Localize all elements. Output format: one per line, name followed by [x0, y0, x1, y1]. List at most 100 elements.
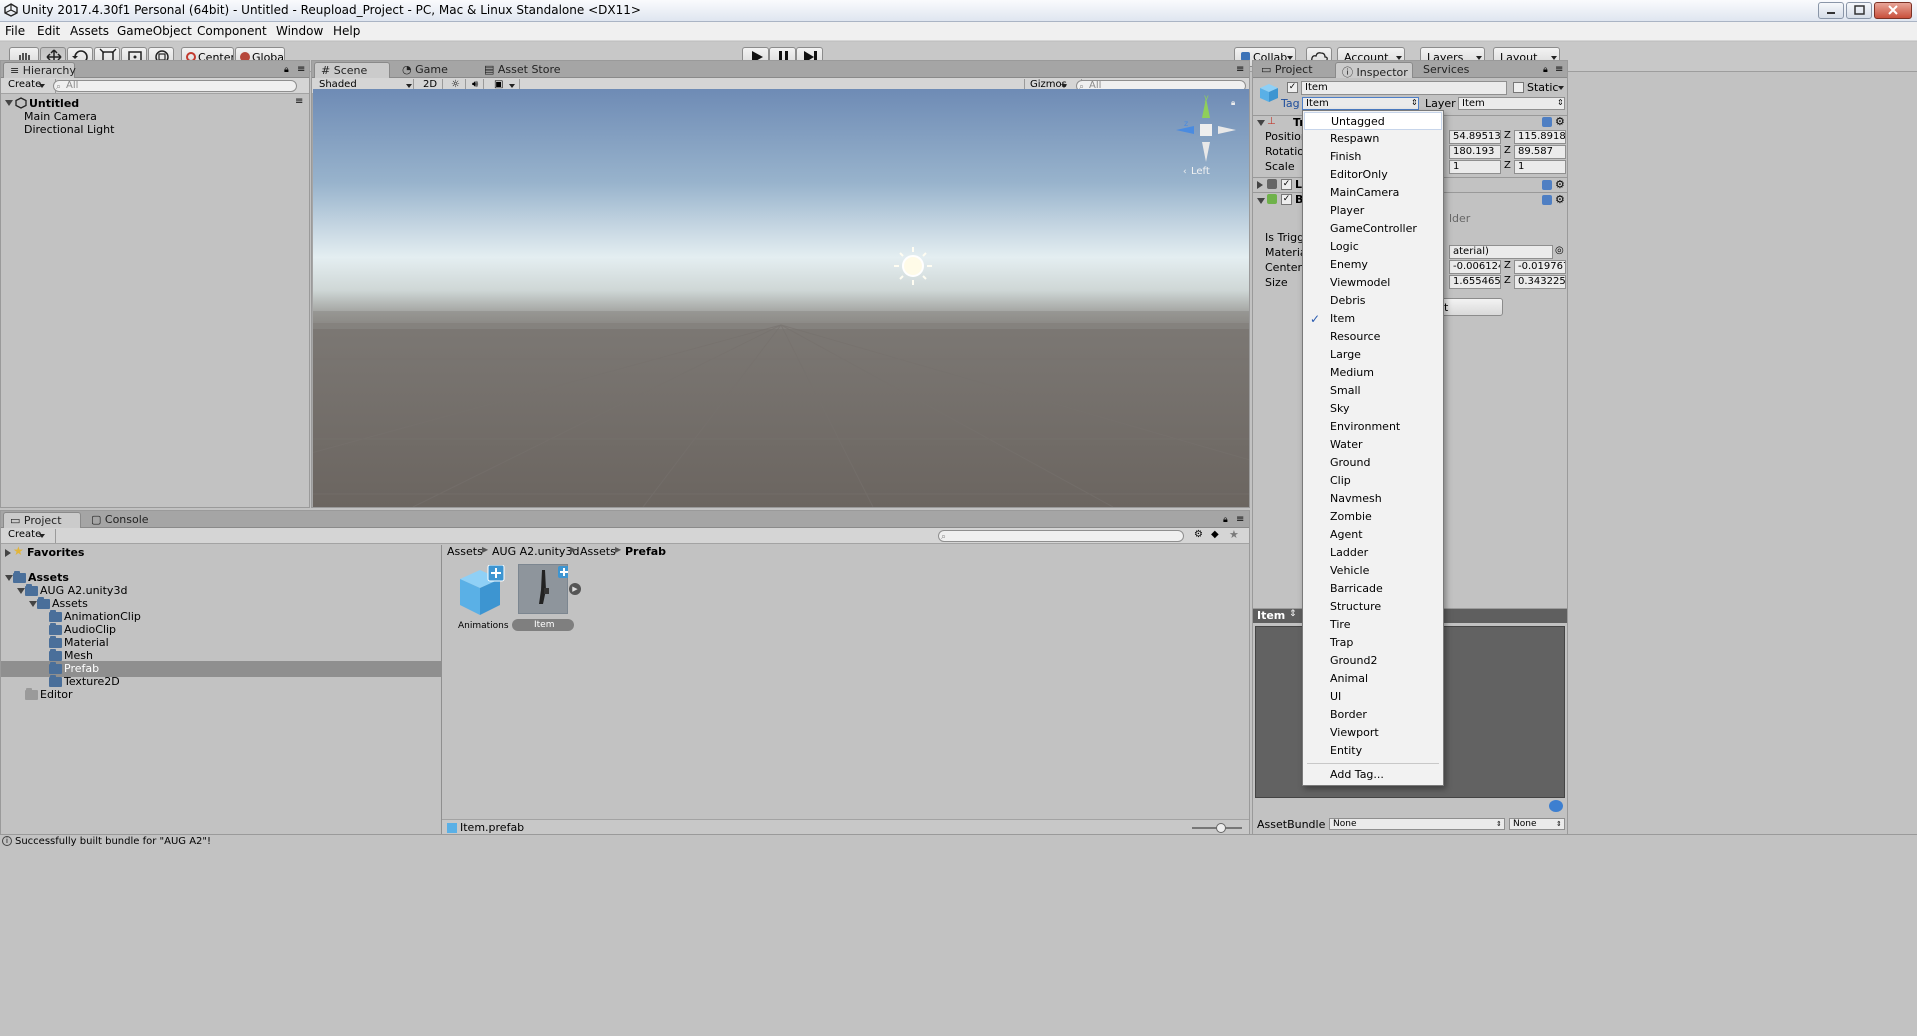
gear-icon[interactable]: ⚙: [1555, 115, 1565, 128]
updown-arrow-icon[interactable]: ⇕: [1289, 609, 1297, 619]
project-create-button[interactable]: Create: [3, 529, 57, 543]
tag-menu-item[interactable]: Animal: [1304, 670, 1442, 688]
center-y-field[interactable]: -0.006124: [1449, 260, 1501, 274]
tab-game[interactable]: ◔ Game: [396, 62, 454, 78]
tag-menu-item[interactable]: Zombie: [1304, 508, 1442, 526]
tag-menu-item[interactable]: GameController: [1304, 220, 1442, 238]
scale-z-field[interactable]: 1: [1514, 160, 1566, 174]
tag-menu-item[interactable]: Resource: [1304, 328, 1442, 346]
hierarchy-item[interactable]: Directional Light: [1, 122, 309, 138]
project-tree-item[interactable]: Editor: [1, 687, 441, 703]
component-enabled-checkbox[interactable]: ✓: [1281, 179, 1292, 190]
tag-menu-item[interactable]: Navmesh: [1304, 490, 1442, 508]
help-icon[interactable]: [1542, 180, 1552, 190]
tab-project[interactable]: ▭ Project: [3, 512, 81, 528]
close-button[interactable]: [1874, 2, 1912, 19]
icon-size-slider[interactable]: [1192, 823, 1242, 833]
assetbundle-dropdown[interactable]: None ⇕: [1329, 818, 1505, 830]
position-z-field[interactable]: 115.8918: [1514, 130, 1566, 144]
project-search-input[interactable]: ⌕: [938, 530, 1184, 542]
breadcrumb-item[interactable]: Assets: [447, 545, 483, 558]
minimize-button[interactable]: [1818, 2, 1844, 19]
tag-menu-item[interactable]: Border: [1304, 706, 1442, 724]
lock-icon[interactable]: 🔒︎: [1543, 65, 1548, 75]
menu-window[interactable]: Window: [276, 24, 323, 38]
tag-menu-item[interactable]: Viewmodel: [1304, 274, 1442, 292]
favorite-star-icon[interactable]: ★: [1229, 528, 1239, 541]
scene-menu-icon[interactable]: ≡: [295, 96, 303, 107]
tag-menu-item[interactable]: MainCamera: [1304, 184, 1442, 202]
expand-arrow-icon[interactable]: [1257, 181, 1263, 189]
tag-menu-item[interactable]: Agent: [1304, 526, 1442, 544]
filter-type-icon[interactable]: ⚙: [1194, 529, 1203, 540]
tab-inspector[interactable]: ⓘ Inspector: [1335, 62, 1413, 79]
tag-menu-item[interactable]: Medium: [1304, 364, 1442, 382]
gear-icon[interactable]: ⚙: [1555, 193, 1565, 206]
tag-menu-item[interactable]: Small: [1304, 382, 1442, 400]
tab-console[interactable]: ▢ Console: [85, 512, 155, 528]
menu-assets[interactable]: Assets: [70, 24, 109, 38]
lock-icon[interactable]: 🔒︎: [284, 65, 289, 75]
menu-edit[interactable]: Edit: [37, 24, 60, 38]
tag-menu-item[interactable]: Ground: [1304, 454, 1442, 472]
size-y-field[interactable]: 1.655465: [1449, 275, 1501, 289]
tag-menu-item[interactable]: Logic: [1304, 238, 1442, 256]
tag-menu-item[interactable]: UI: [1304, 688, 1442, 706]
component-enabled-checkbox[interactable]: ✓: [1281, 194, 1292, 205]
tag-menu-item[interactable]: Large: [1304, 346, 1442, 364]
tab-hierarchy[interactable]: ≡ Hierarchy: [3, 62, 76, 78]
tag-menu-item[interactable]: Environment: [1304, 418, 1442, 436]
tag-menu-item[interactable]: Enemy: [1304, 256, 1442, 274]
menu-file[interactable]: File: [5, 24, 25, 38]
breadcrumb-current[interactable]: Prefab: [625, 545, 666, 558]
tag-menu-item[interactable]: Vehicle: [1304, 562, 1442, 580]
slider-thumb[interactable]: [1216, 823, 1226, 833]
filter-label-icon[interactable]: ◆: [1211, 529, 1219, 540]
tag-dropdown[interactable]: Item ⇕: [1302, 97, 1419, 110]
tag-menu-item[interactable]: Water: [1304, 436, 1442, 454]
assetbundle-variant-dropdown[interactable]: None ⇕: [1509, 818, 1565, 830]
tag-menu-item[interactable]: EditorOnly: [1304, 166, 1442, 184]
size-z-field[interactable]: 0.3432253: [1514, 275, 1566, 289]
panel-menu-icon[interactable]: ≡: [1555, 64, 1563, 75]
tag-menu-item[interactable]: Structure: [1304, 598, 1442, 616]
panel-menu-icon[interactable]: ≡: [1236, 64, 1244, 75]
expand-arrow-icon[interactable]: [1257, 198, 1265, 204]
tag-menu-item[interactable]: Player: [1304, 202, 1442, 220]
gear-icon[interactable]: ⚙: [1555, 178, 1565, 191]
menu-component[interactable]: Component: [197, 24, 267, 38]
menu-gameobject[interactable]: GameObject: [117, 24, 192, 38]
layer-dropdown[interactable]: Item ⇕: [1458, 97, 1565, 110]
rotation-y-field[interactable]: 180.193: [1449, 145, 1501, 159]
tag-menu-item[interactable]: Debris: [1304, 292, 1442, 310]
object-picker-icon[interactable]: ◎: [1555, 245, 1564, 256]
panel-menu-icon[interactable]: ≡: [297, 64, 305, 75]
tab-services[interactable]: Services: [1417, 62, 1475, 78]
center-z-field[interactable]: -0.019767: [1514, 260, 1566, 274]
expand-arrow-icon[interactable]: [1257, 120, 1265, 126]
asset-item-animations[interactable]: Animations: [454, 565, 510, 631]
lock-icon[interactable]: 🔒︎: [1231, 98, 1235, 107]
tag-menu-item[interactable]: Finish: [1304, 148, 1442, 166]
hierarchy-search-input[interactable]: ⌕ All: [53, 80, 297, 92]
breadcrumb-item[interactable]: Assets: [580, 545, 616, 558]
hierarchy-create-button[interactable]: Create: [3, 79, 57, 93]
status-message[interactable]: Successfully built bundle for "AUG A2"!: [15, 836, 211, 847]
help-icon[interactable]: [1542, 117, 1552, 127]
tag-menu-item[interactable]: ✓ Item: [1304, 310, 1442, 328]
position-y-field[interactable]: 54.89513: [1449, 130, 1501, 144]
asset-label-tag-icon[interactable]: [1549, 800, 1563, 812]
maximize-button[interactable]: [1846, 2, 1872, 19]
add-tag-menu-item[interactable]: Add Tag...: [1304, 766, 1442, 784]
asset-item-item[interactable]: ▶ Item: [512, 564, 581, 636]
tag-menu-item[interactable]: Clip: [1304, 472, 1442, 490]
tag-menu-item[interactable]: Untagged: [1304, 112, 1442, 130]
tab-asset-store[interactable]: ▤ Asset Store: [478, 62, 567, 78]
material-field[interactable]: aterial): [1449, 245, 1553, 259]
tab-project-inspector-side[interactable]: ▭ Project: [1255, 62, 1319, 78]
panel-menu-icon[interactable]: ≡: [1236, 514, 1244, 525]
object-name-input[interactable]: Item: [1301, 81, 1507, 95]
tag-menu-item[interactable]: Barricade: [1304, 580, 1442, 598]
help-icon[interactable]: [1542, 195, 1552, 205]
tag-menu-item[interactable]: Ladder: [1304, 544, 1442, 562]
